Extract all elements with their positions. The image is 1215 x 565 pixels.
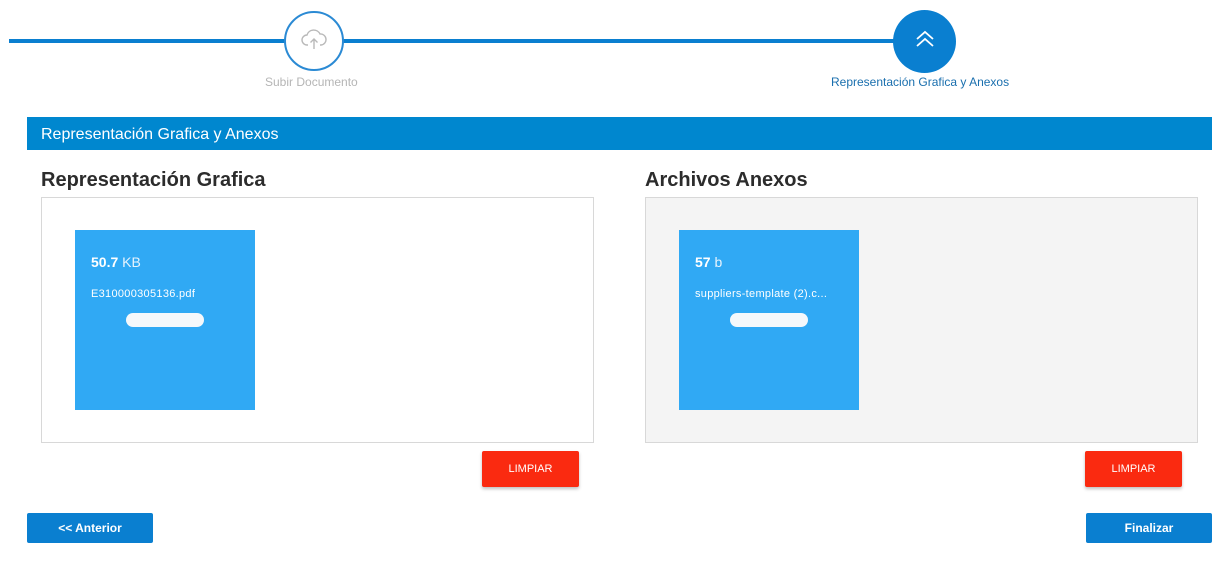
- file-size: 57 b: [695, 254, 723, 270]
- step-graphic-and-annexes-label: Representación Grafica y Anexos: [831, 75, 1010, 89]
- graphic-panel-title: Representación Grafica: [41, 169, 266, 191]
- file-size: 50.7 KB: [91, 254, 141, 270]
- file-name: E310000305136.pdf: [91, 288, 196, 300]
- chevron-double-up-icon: [914, 29, 936, 54]
- graphic-dropzone[interactable]: 50.7 KB E310000305136.pdf: [41, 197, 594, 443]
- upload-progress-bar: [730, 313, 808, 327]
- stepper-progress-line: [9, 39, 955, 43]
- step-graphic-and-annexes[interactable]: [893, 10, 956, 73]
- cloud-upload-icon: [301, 28, 327, 55]
- graphic-file-preview: 50.7 KB E310000305136.pdf: [75, 230, 255, 410]
- step-upload-document[interactable]: [284, 11, 344, 71]
- annex-file-preview: 57 b suppliers-template (2).c...: [679, 230, 859, 410]
- step-upload-document-label: Subir Documento: [265, 75, 358, 89]
- previous-button[interactable]: << Anterior: [27, 513, 153, 543]
- section-header: Representación Grafica y Anexos: [27, 117, 1212, 150]
- file-name: suppliers-template (2).c...: [695, 288, 828, 300]
- annexes-dropzone[interactable]: 57 b suppliers-template (2).c...: [645, 197, 1198, 443]
- finish-button[interactable]: Finalizar: [1086, 513, 1212, 543]
- clear-graphic-button[interactable]: LIMPIAR: [482, 451, 579, 487]
- upload-progress-bar: [126, 313, 204, 327]
- annexes-panel-title: Archivos Anexos: [645, 169, 808, 191]
- clear-annexes-button[interactable]: LIMPIAR: [1085, 451, 1182, 487]
